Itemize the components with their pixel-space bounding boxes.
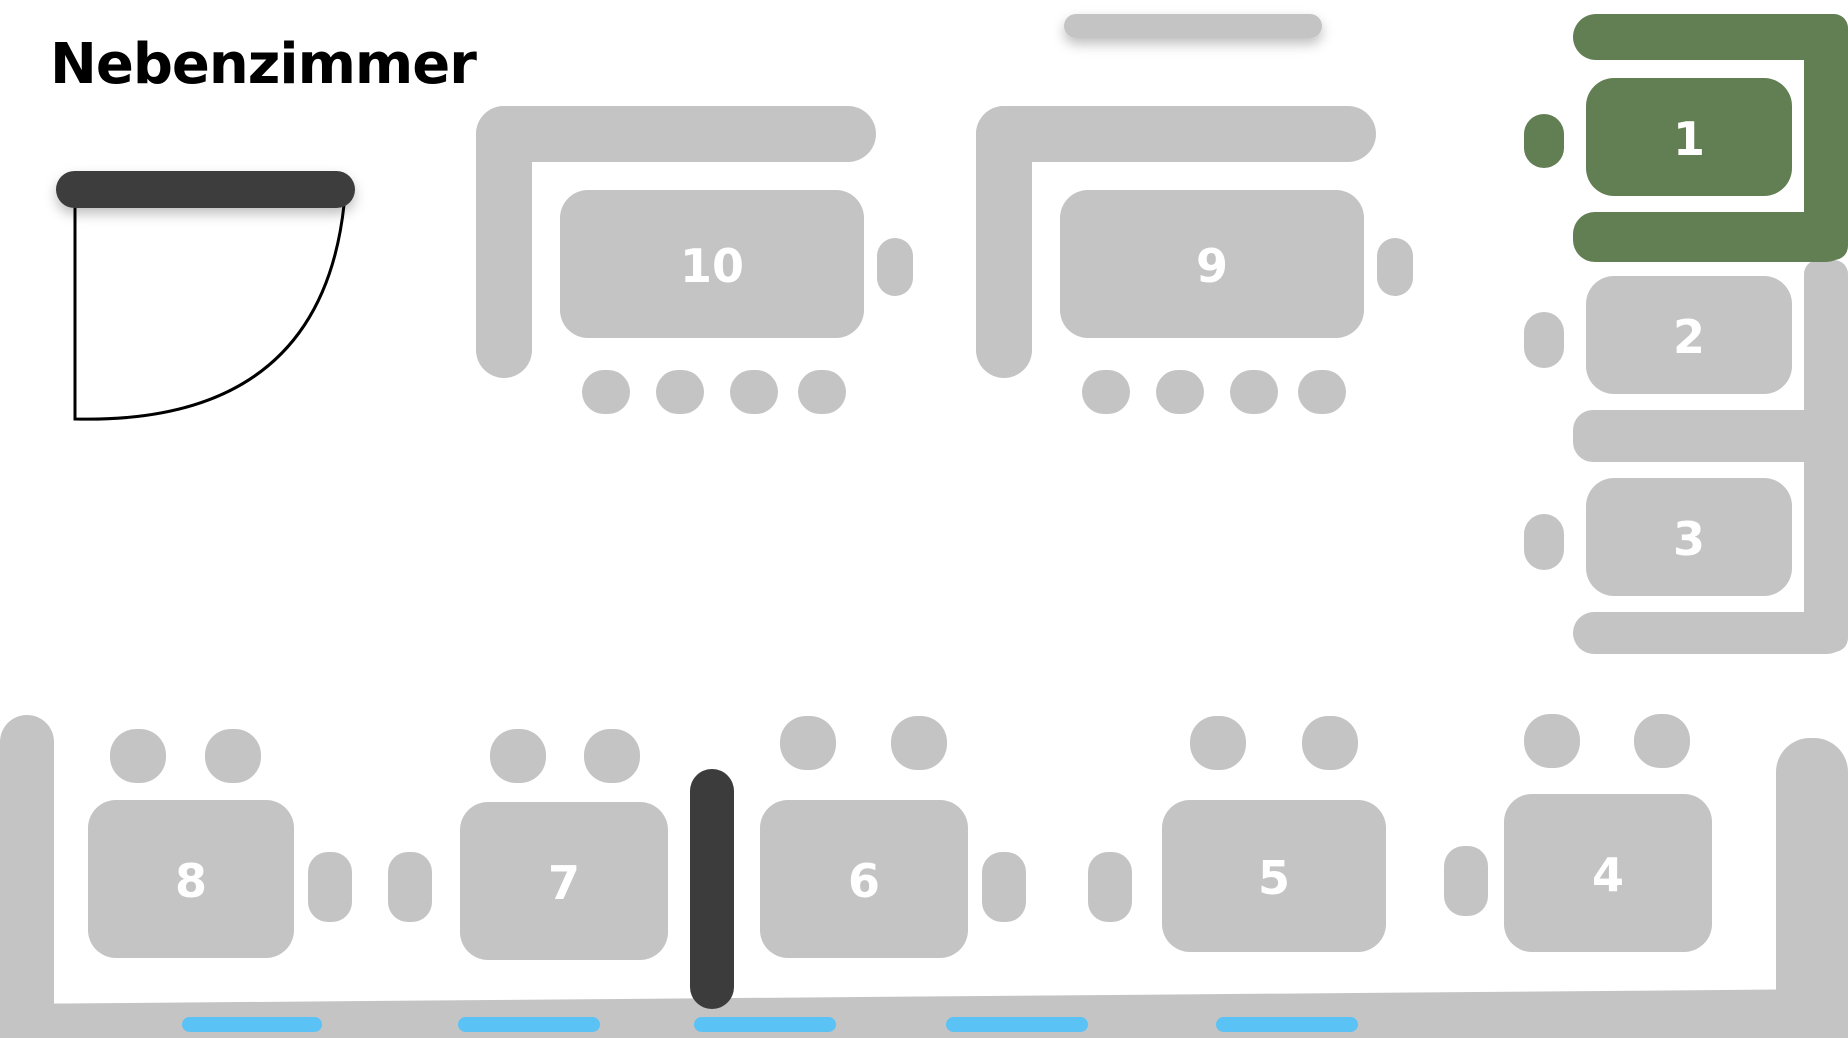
chair <box>1298 370 1346 414</box>
table-number-label: 3 <box>1673 512 1705 566</box>
table-number-label: 1 <box>1673 112 1705 166</box>
table-10[interactable]: 10 <box>560 190 864 338</box>
chair <box>877 238 913 296</box>
table-number-label: 6 <box>848 854 880 908</box>
table-3[interactable]: 3 <box>1586 478 1792 596</box>
chair-table-2 <box>1524 312 1564 368</box>
chair <box>1082 370 1130 414</box>
chair-table-3 <box>1524 514 1564 570</box>
table-number-label: 9 <box>1196 239 1228 293</box>
chair <box>1524 714 1580 768</box>
chair <box>1634 714 1690 768</box>
chair <box>1190 716 1246 770</box>
door-swing-arc <box>73 204 346 421</box>
chair <box>982 852 1026 922</box>
table-9[interactable]: 9 <box>1060 190 1364 338</box>
chair <box>308 852 352 922</box>
window <box>458 1017 600 1032</box>
table-6[interactable]: 6 <box>760 800 968 958</box>
table-1[interactable]: 1 <box>1586 78 1792 196</box>
floor-plan: 1 2 3 4 5 6 7 8 9 10 <box>0 14 1848 1038</box>
chair <box>490 729 546 783</box>
table-4[interactable]: 4 <box>1504 794 1712 952</box>
chair <box>110 729 166 783</box>
table-number-label: 5 <box>1258 851 1290 905</box>
chair <box>1088 852 1132 922</box>
wall-shelf <box>1064 14 1322 38</box>
door-frame <box>56 171 355 208</box>
table-number-label: 4 <box>1592 848 1624 902</box>
table-number-label: 8 <box>175 854 207 908</box>
chair <box>582 370 630 414</box>
door <box>56 171 355 421</box>
table-5[interactable]: 5 <box>1162 800 1386 952</box>
chair <box>1444 846 1488 916</box>
table-2[interactable]: 2 <box>1586 276 1792 394</box>
window <box>182 1017 322 1032</box>
partition-wall <box>690 769 734 1009</box>
chair <box>1230 370 1278 414</box>
table-8[interactable]: 8 <box>88 800 294 958</box>
window <box>1216 1017 1358 1032</box>
chair <box>388 852 432 922</box>
chair <box>780 716 836 770</box>
chairs-right <box>1524 114 1564 570</box>
chair-table-1 <box>1524 114 1564 168</box>
window <box>946 1017 1088 1032</box>
table-number-label: 2 <box>1673 310 1705 364</box>
window <box>694 1017 836 1032</box>
chair <box>891 716 947 770</box>
table-7[interactable]: 7 <box>460 802 668 960</box>
chair <box>1377 238 1413 296</box>
chair <box>730 370 778 414</box>
chair <box>205 729 261 783</box>
chair <box>798 370 846 414</box>
chair <box>1156 370 1204 414</box>
table-number-label: 7 <box>548 856 580 910</box>
chair <box>1302 716 1358 770</box>
table-number-label: 10 <box>680 239 744 293</box>
chair <box>584 729 640 783</box>
chair <box>656 370 704 414</box>
